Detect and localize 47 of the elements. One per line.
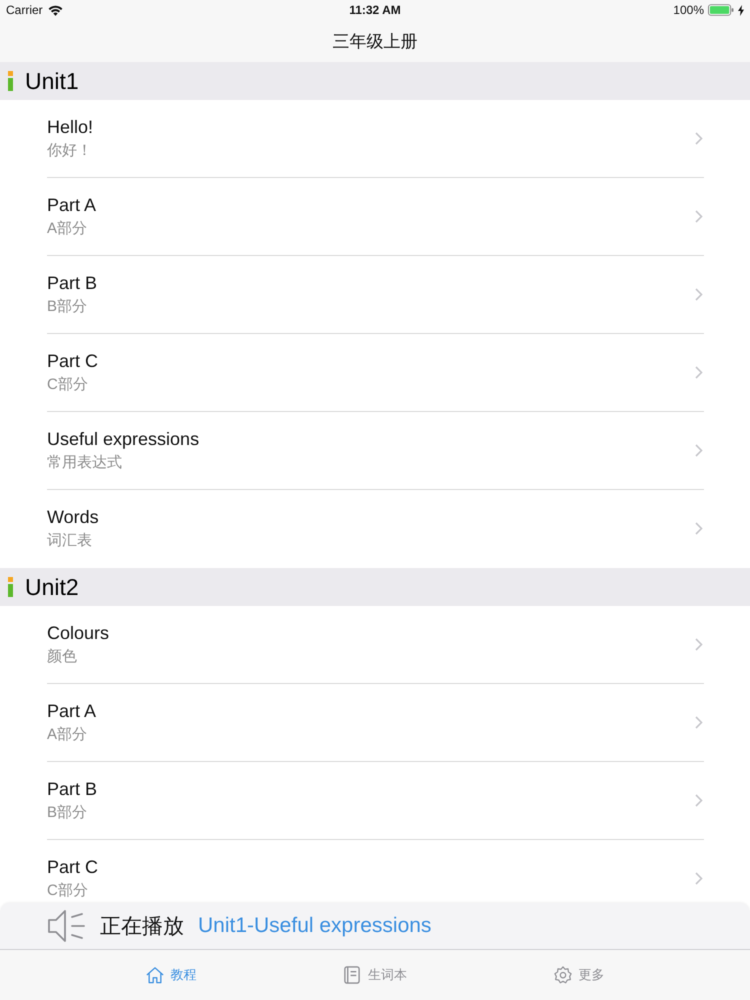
lesson-title[interactable]: Part B <box>47 778 98 800</box>
now-playing-label: 正在播放 <box>100 914 184 940</box>
lesson-title[interactable]: Part A <box>47 194 96 216</box>
nav-title: 三年级上册 <box>332 30 418 52</box>
lesson-title[interactable]: Words <box>47 506 99 528</box>
lesson-subtitle: C部分 <box>47 374 88 394</box>
lesson-subtitle: 词汇表 <box>47 530 92 550</box>
lesson-subtitle: 常用表达式 <box>47 452 122 472</box>
section-marker-icon <box>8 71 13 91</box>
lesson-title[interactable]: Part B <box>47 272 98 294</box>
section-title: Unit1 <box>25 68 79 94</box>
chevron-icon <box>695 132 703 145</box>
section-title: Unit2 <box>25 574 79 600</box>
notebook-icon <box>343 966 361 984</box>
chevron-icon <box>695 716 703 729</box>
now-playing-bar[interactable]: 正在播放 Unit1-Useful expressions <box>0 903 750 950</box>
lesson-title[interactable]: Useful expressions <box>47 428 200 450</box>
chevron-icon <box>695 288 703 301</box>
lesson-title[interactable]: Part C <box>47 350 98 372</box>
chevron-icon <box>695 522 703 535</box>
chevron-icon <box>695 366 703 379</box>
lesson-subtitle: 颜色 <box>47 646 77 666</box>
clock-time: 11:32 AM <box>349 3 401 17</box>
lesson-subtitle: B部分 <box>47 802 88 822</box>
lesson-subtitle: A部分 <box>47 218 88 238</box>
lesson-title[interactable]: Part C <box>47 856 98 878</box>
lesson-title[interactable]: Hello! <box>47 116 94 138</box>
charging-bolt-icon <box>738 4 744 16</box>
lesson-title[interactable]: Colours <box>47 622 110 644</box>
wifi-icon <box>48 4 63 16</box>
battery-icon <box>708 4 734 16</box>
home-icon <box>146 966 164 984</box>
chevron-icon <box>695 638 703 651</box>
chevron-icon <box>695 210 703 223</box>
chevron-icon <box>695 872 703 885</box>
lesson-subtitle: C部分 <box>47 880 88 900</box>
gear-icon <box>554 966 572 984</box>
lesson-title[interactable]: Part A <box>47 700 96 722</box>
lesson-subtitle: B部分 <box>47 296 88 316</box>
battery-percent: 100% <box>673 3 704 17</box>
lesson-subtitle: 你好！ <box>47 140 92 160</box>
chevron-icon <box>695 794 703 807</box>
chevron-icon <box>695 444 703 457</box>
section-marker-icon <box>8 577 13 597</box>
speaker-icon <box>47 908 85 944</box>
lesson-subtitle: A部分 <box>47 724 88 744</box>
carrier-label: Carrier <box>6 3 43 17</box>
